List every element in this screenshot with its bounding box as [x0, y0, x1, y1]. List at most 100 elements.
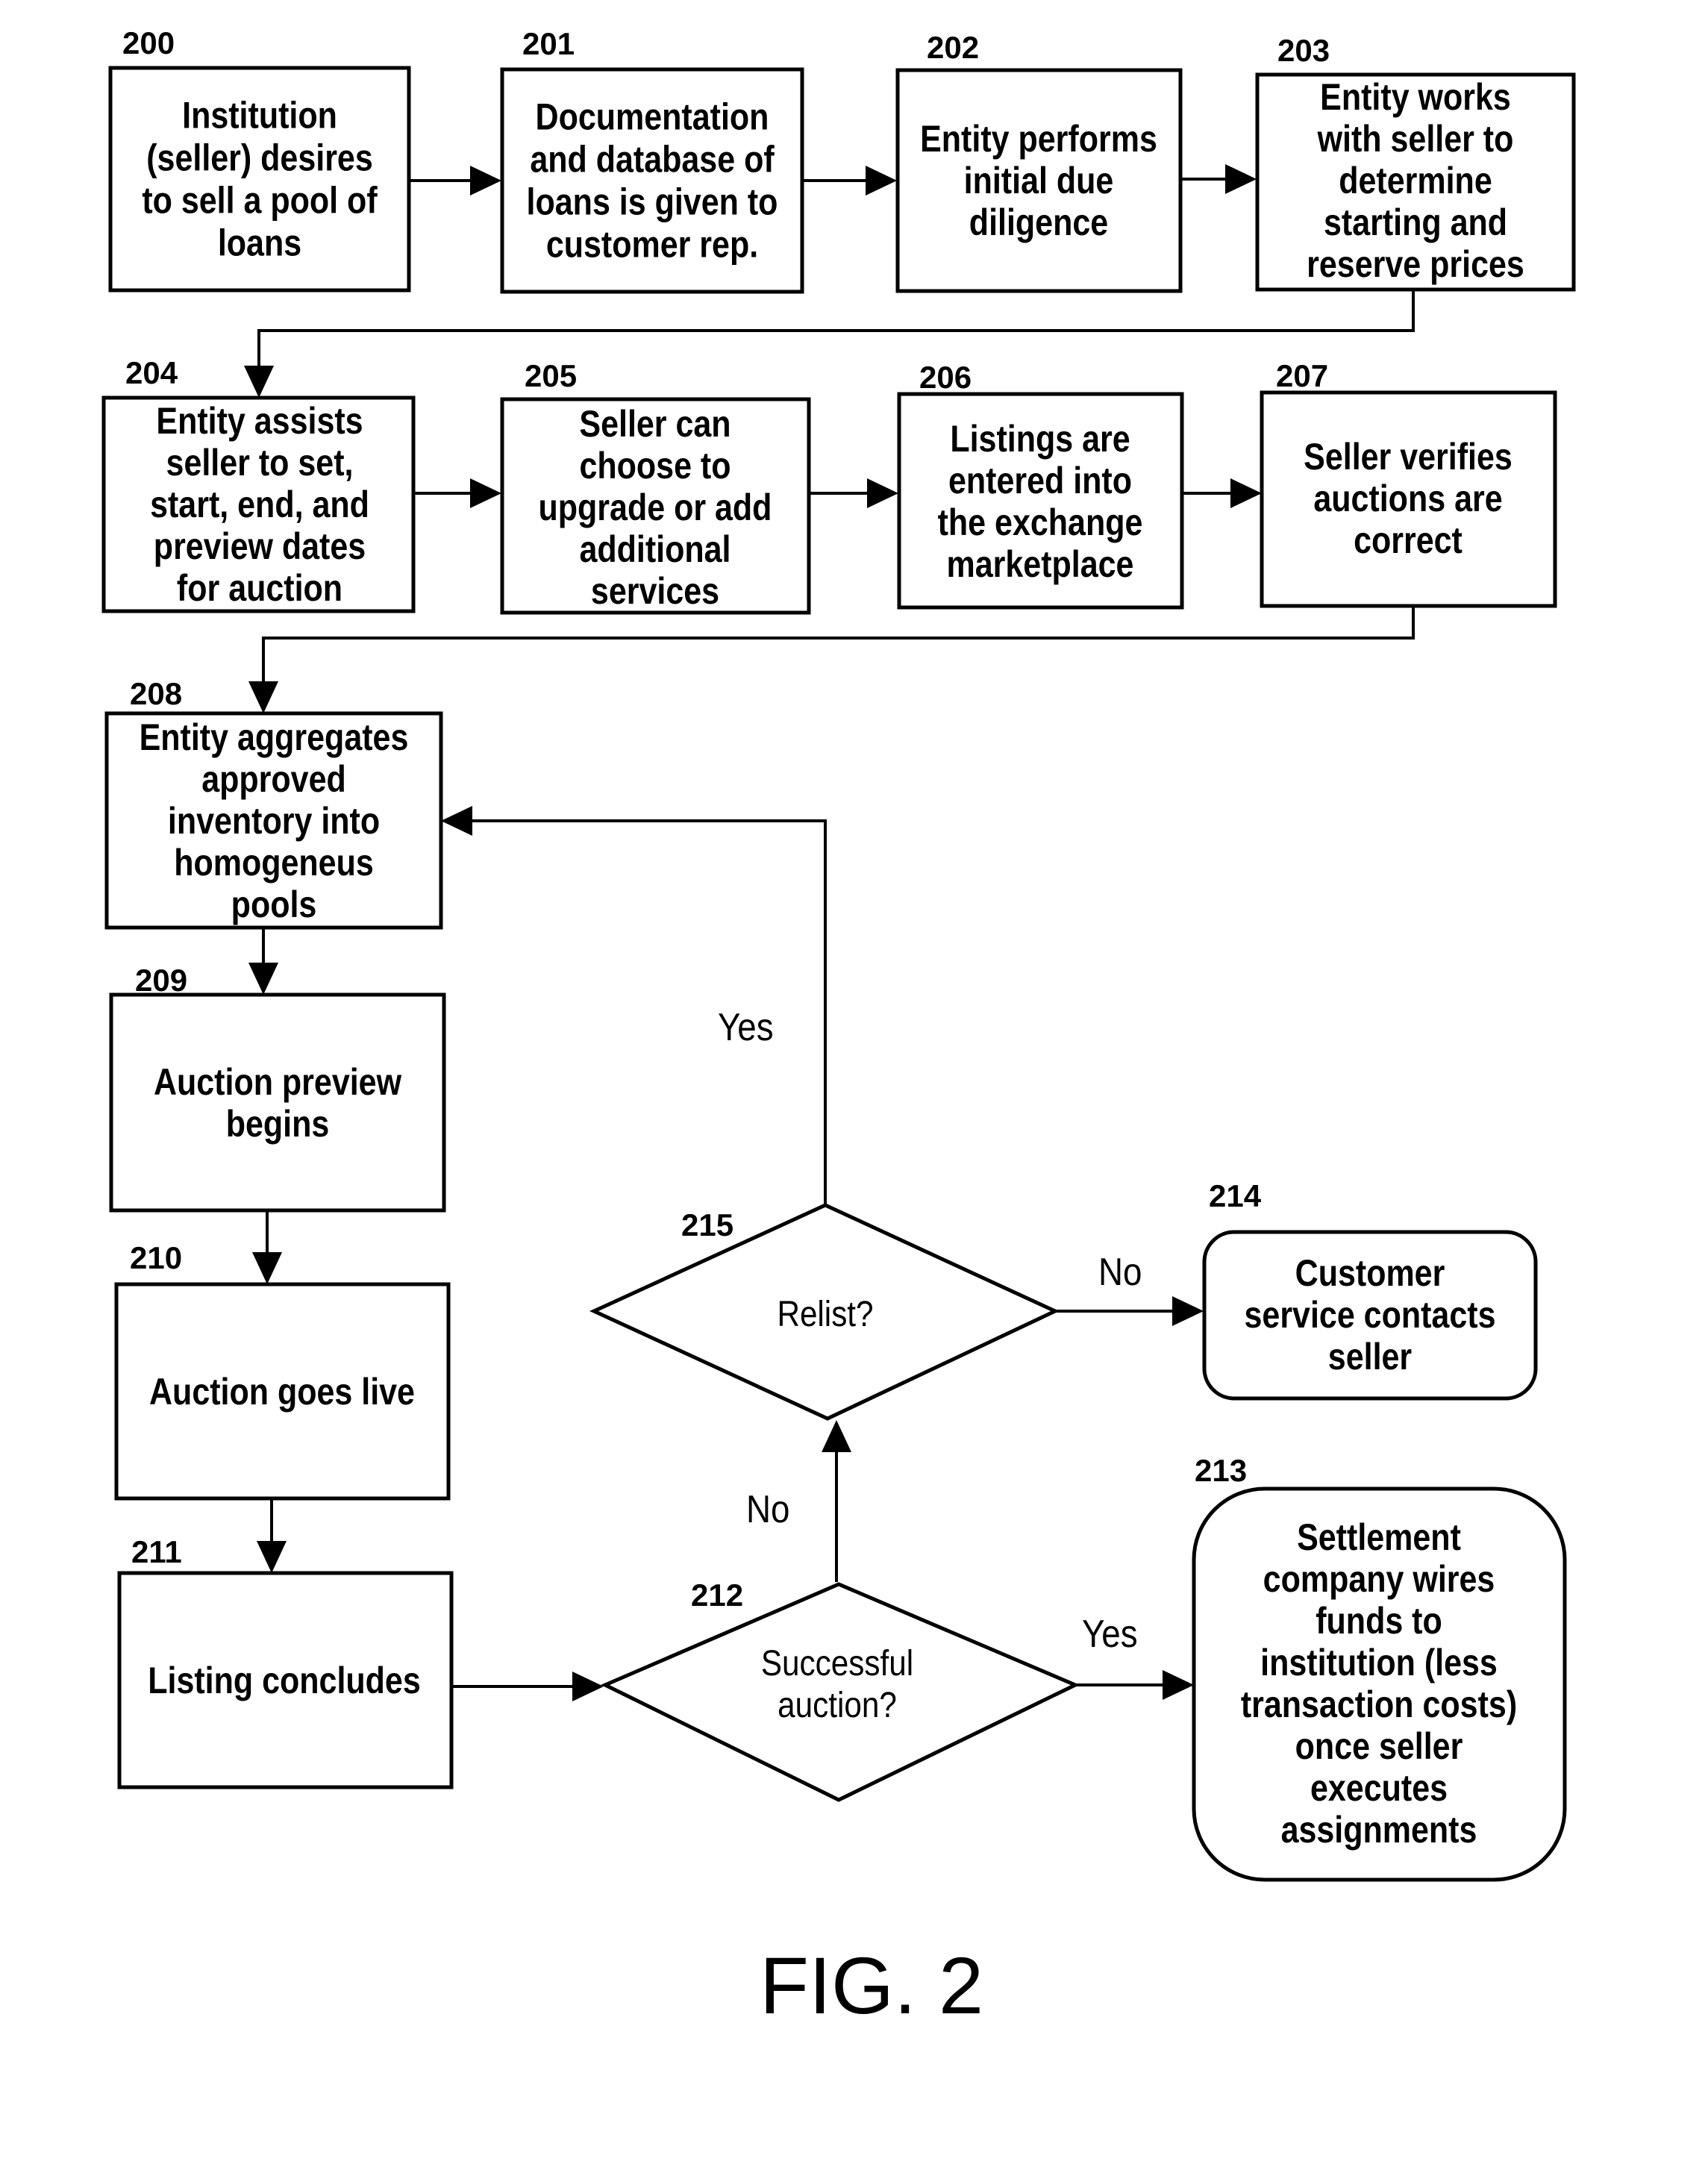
ref-204: 204	[125, 355, 178, 390]
flowchart: 200 201 202 203 204 205 206 207 208 209 …	[101, 25, 1576, 2030]
text-line: Entity works	[1320, 76, 1511, 118]
text-line: assignments	[1281, 1809, 1477, 1851]
step-206-text: Listings are entered into the exchange mark…	[938, 418, 1143, 585]
ref-201: 201	[522, 26, 575, 61]
text-line: service contacts	[1245, 1294, 1496, 1336]
arrow-head-214	[1172, 1296, 1204, 1326]
text-line: approved	[201, 758, 346, 800]
text-line: diligence	[969, 201, 1108, 243]
figure-label: FIG. 2	[760, 1940, 983, 2030]
arrow-head-203	[1225, 164, 1257, 194]
step-210-text: Auction goes live	[149, 1371, 415, 1413]
text-line: (seller) desires	[146, 137, 373, 178]
arrow-head-210	[252, 1252, 282, 1284]
text-line: starting and	[1324, 201, 1507, 243]
ref-203: 203	[1277, 33, 1330, 68]
edge-label-success-yes: Yes	[1082, 1613, 1138, 1655]
ref-215: 215	[681, 1207, 733, 1242]
text-line: customer rep.	[546, 223, 758, 265]
arrow-head-207	[1230, 478, 1262, 508]
text-line: Relist?	[777, 1293, 873, 1333]
arrow-head-208	[248, 681, 278, 713]
text-line: seller	[1328, 1336, 1412, 1378]
text-line: inventory into	[168, 800, 380, 842]
text-line: transaction costs)	[1241, 1683, 1517, 1725]
text-line: additional	[579, 528, 731, 570]
text-line: choose to	[579, 445, 731, 487]
ref-200: 200	[122, 25, 175, 60]
text-line: and database of	[530, 138, 775, 180]
arrow-head-211	[257, 1541, 287, 1573]
decision-215-text: Relist?	[777, 1293, 873, 1333]
arrow-head-209	[248, 963, 278, 995]
text-line: Seller can	[579, 403, 731, 445]
ref-214: 214	[1209, 1178, 1262, 1213]
ref-208: 208	[130, 676, 182, 711]
text-line: determine	[1339, 160, 1492, 201]
text-line: Institution	[182, 94, 337, 136]
text-line: seller to set,	[166, 442, 354, 484]
edge-label-relist-yes: Yes	[718, 1006, 774, 1048]
text-line: for auction	[177, 567, 342, 609]
edge-label-relist-no: No	[1098, 1251, 1142, 1293]
text-line: once seller	[1295, 1725, 1463, 1767]
arrow-head-205	[470, 478, 501, 508]
text-line: Documentation	[536, 96, 769, 137]
connector-207-208	[262, 606, 1415, 690]
arrow-head-212	[572, 1672, 604, 1701]
arrow-head-206	[867, 478, 898, 508]
text-line: Settlement	[1297, 1516, 1461, 1558]
ref-211: 211	[131, 1534, 182, 1569]
text-line: reserve prices	[1307, 243, 1524, 285]
step-203-text: Entity works with seller to determine start…	[1307, 76, 1524, 285]
text-line: entered into	[948, 460, 1132, 501]
text-line: company wires	[1263, 1558, 1495, 1600]
text-line: executes	[1310, 1767, 1448, 1809]
text-line: Listing concludes	[148, 1660, 420, 1701]
ref-209: 209	[135, 963, 187, 998]
text-line: Successful	[761, 1642, 913, 1683]
text-line: institution (less	[1260, 1642, 1498, 1683]
text-line: Auction goes live	[149, 1371, 415, 1413]
text-line: Seller verifies	[1304, 436, 1513, 478]
ref-207: 207	[1276, 358, 1328, 393]
step-204-text: Entity assists seller to set, start, end, …	[150, 400, 369, 609]
text-line: upgrade or add	[539, 487, 772, 528]
text-line: Auction preview	[154, 1061, 402, 1103]
text-line: the exchange	[938, 501, 1143, 543]
arrow-head-202	[866, 166, 897, 196]
arrow-head-213	[1163, 1670, 1194, 1700]
text-line: loans is given to	[527, 181, 778, 222]
step-201-text: Documentation and database of loans is giv…	[527, 96, 778, 265]
text-line: preview dates	[154, 525, 366, 567]
text-line: funds to	[1316, 1600, 1442, 1642]
decision-212-text: Successful auction?	[761, 1642, 913, 1725]
arrow-head-201	[470, 166, 501, 196]
edge-label-success-no: No	[746, 1488, 789, 1531]
text-line: Entity performs	[920, 118, 1157, 160]
arrow-head-208-return	[441, 806, 472, 836]
text-line: auctions are	[1313, 478, 1502, 519]
text-line: Entity aggregates	[140, 716, 409, 758]
ref-213: 213	[1195, 1453, 1247, 1488]
ref-206: 206	[919, 360, 972, 395]
connector-203-204	[257, 290, 1415, 373]
text-line: Customer	[1295, 1252, 1445, 1294]
text-line: services	[591, 570, 719, 612]
text-line: to sell a pool of	[142, 179, 378, 221]
text-line: begins	[226, 1103, 330, 1145]
text-line: with seller to	[1317, 118, 1514, 160]
text-line: pools	[231, 884, 317, 925]
ref-210: 210	[130, 1240, 182, 1275]
ref-212: 212	[691, 1578, 743, 1613]
arrow-head-215	[822, 1420, 851, 1452]
arrow-head-204	[244, 366, 274, 398]
text-line: correct	[1354, 519, 1463, 561]
text-line: Listings are	[950, 418, 1130, 460]
ref-202: 202	[927, 30, 979, 65]
text-line: auction?	[778, 1684, 897, 1725]
ref-205: 205	[525, 358, 577, 393]
text-line: marketplace	[947, 543, 1134, 585]
text-line: homogeneus	[174, 842, 374, 884]
step-211-text: Listing concludes	[148, 1660, 420, 1701]
